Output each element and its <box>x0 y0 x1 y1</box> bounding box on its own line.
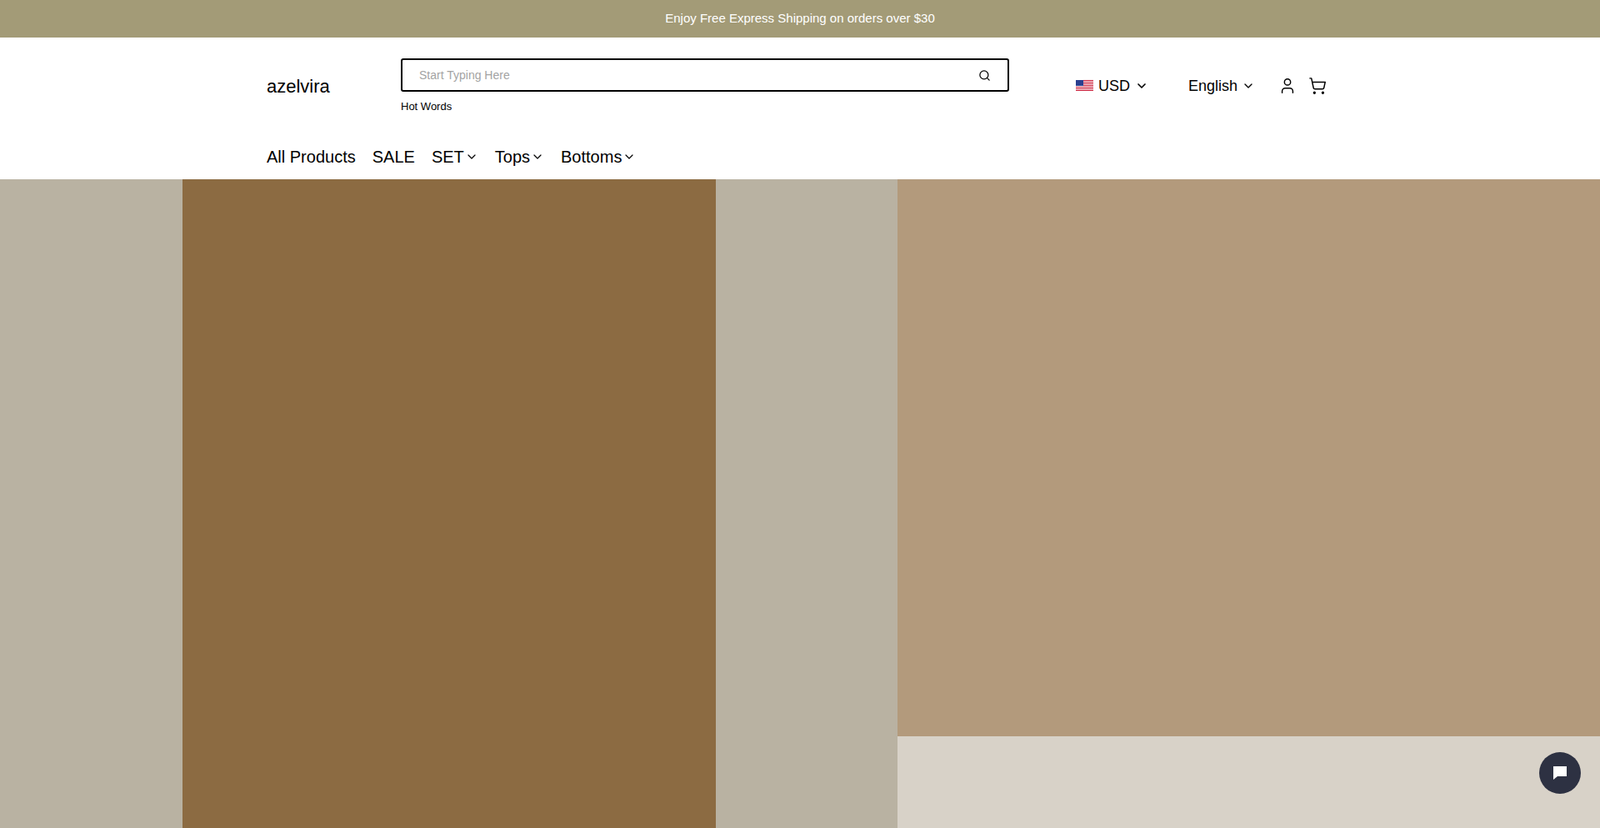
hero-banner[interactable] <box>0 179 1600 828</box>
chevron-down-icon <box>622 150 636 164</box>
account-icon[interactable] <box>1278 76 1297 95</box>
page: Enjoy Free Express Shipping on orders ov… <box>0 0 1600 828</box>
cart-icon[interactable] <box>1308 76 1327 95</box>
nav-item[interactable]: Bottoms <box>560 145 636 169</box>
currency-selector[interactable]: USD <box>1075 75 1149 98</box>
search-placeholder: Start Typing Here <box>419 66 979 85</box>
chevron-down-icon <box>1241 79 1255 93</box>
logo[interactable]: azelvira <box>266 72 401 100</box>
chat-icon <box>1550 762 1570 783</box>
announcement-bar: Enjoy Free Express Shipping on orders ov… <box>0 0 1600 38</box>
search-box[interactable]: Start Typing Here <box>400 58 1010 92</box>
search-icon[interactable] <box>978 69 991 82</box>
search-area: Start Typing Here Hot Words <box>400 58 1010 114</box>
chevron-down-icon <box>1135 79 1149 93</box>
language-selector[interactable]: English <box>1188 75 1255 98</box>
hot-words-label: Hot Words <box>400 100 1010 114</box>
hero-photo-right <box>897 179 1600 828</box>
nav-item[interactable]: SET <box>431 145 479 169</box>
chevron-down-icon <box>530 150 545 164</box>
us-flag-icon <box>1075 80 1094 92</box>
hero-photo-left <box>0 179 898 828</box>
chat-button[interactable] <box>1539 751 1581 794</box>
nav-item[interactable]: SALE <box>372 145 415 169</box>
nav-item[interactable]: Tops <box>495 145 545 169</box>
nav-item[interactable]: All Products <box>266 145 356 169</box>
main-nav: All Products SALE SET Tops Bottoms <box>266 113 1334 180</box>
announcement-text: Enjoy Free Express Shipping on orders ov… <box>665 9 935 29</box>
site-header: azelvira Start Typing Here Hot Words USD Eng… <box>0 37 1600 180</box>
chevron-down-icon <box>465 150 479 164</box>
